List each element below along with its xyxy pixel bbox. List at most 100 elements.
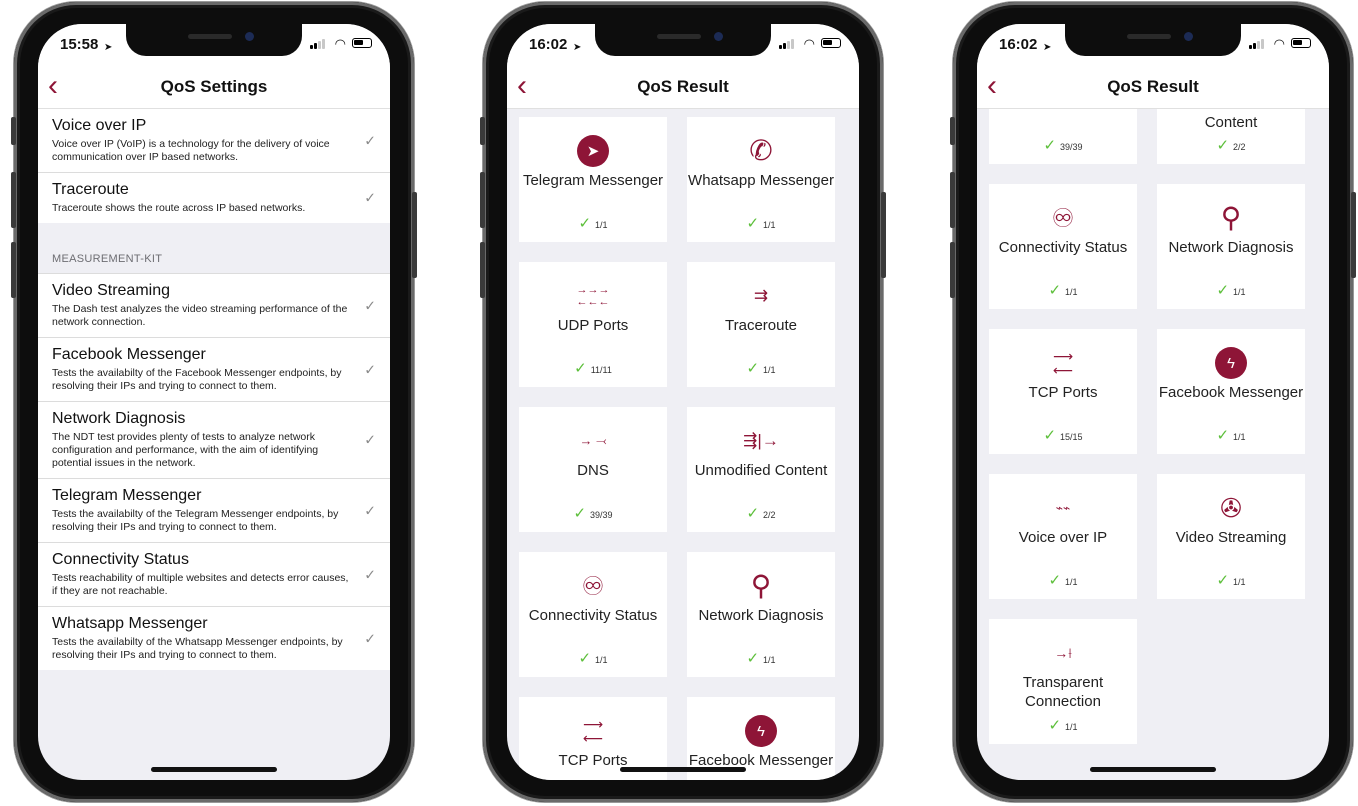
check-icon: ✓ (578, 215, 592, 232)
traceroute-icon: ⇉ (753, 286, 769, 305)
volume-up-button (11, 172, 16, 228)
home-indicator[interactable] (620, 767, 746, 772)
connectivity-icon: ♾ (1051, 203, 1075, 233)
volume-down-button (480, 242, 485, 298)
setting-row-traceroute[interactable]: Traceroute Traceroute shows the route ac… (38, 173, 390, 223)
transparent-connection-icon: →⟊ (1054, 645, 1072, 661)
location-arrow-icon: ➤ (1043, 42, 1052, 53)
result-tile-network-diagnosis[interactable]: ⚲ Network Diagnosis ✓ 1/1 (1157, 184, 1305, 309)
tile-name: Network Diagnosis (1168, 239, 1294, 256)
home-indicator[interactable] (151, 767, 277, 772)
signal-icon (310, 39, 326, 49)
tile-name: Whatsapp Messenger (688, 172, 834, 189)
tile-result: ✓ 39/39 (1043, 137, 1083, 154)
result-tile-facebook-messenger[interactable]: ϟ Facebook Messenger ✓ 1/1 (1157, 329, 1305, 454)
status-time: 16:02 (999, 36, 1038, 53)
location-arrow-icon: ➤ (104, 42, 113, 53)
row-description: Tests reachability of multiple websites … (52, 572, 349, 597)
result-tile-telegram[interactable]: ➤ Telegram Messenger ✓ 1/1 (519, 117, 667, 242)
tile-result: ✓ 1/1 (1048, 282, 1078, 299)
row-title: Facebook Messenger (52, 346, 206, 363)
result-grid-scroll[interactable]: ✓ 39/39 Content ✓ 2/2 ♾ Connectivity Statu… (977, 39, 1329, 780)
tile-result: ✓ 1/1 (1216, 427, 1246, 444)
tile-result: ✓ 1/1 (746, 360, 776, 377)
dns-icon: → ⤙ (579, 433, 607, 448)
row-title: Connectivity Status (52, 551, 189, 568)
result-tile-video-streaming[interactable]: ✇ Video Streaming ✓ 1/1 (1157, 474, 1305, 599)
tile-result: ✓ 2/2 (746, 505, 776, 522)
result-tile-dns[interactable]: → ⤙ DNS ✓ 39/39 (519, 407, 667, 532)
check-icon: ✓ (1043, 137, 1057, 154)
setting-row-video-streaming[interactable]: Video Streaming The Dash test analyzes t… (38, 274, 390, 338)
checkmark-icon: ✓ (364, 566, 376, 582)
setting-row-telegram-messenger[interactable]: Telegram Messenger Tests the availabilty… (38, 479, 390, 543)
tile-name: Connectivity Status (528, 607, 658, 624)
tile-name: Telegram Messenger (522, 172, 664, 189)
row-description: Tests the availabilty of the Whatsapp Me… (52, 636, 343, 661)
status-time: 15:58 (60, 36, 99, 53)
tile-result: ✓ 1/1 (1048, 572, 1078, 589)
result-tile-udp-ports[interactable]: →→→ ←←← UDP Ports ✓ 11/11 (519, 262, 667, 387)
result-tile-voice-over-ip[interactable]: ⌁⌁ Voice over IP ✓ 1/1 (989, 474, 1137, 599)
wifi-icon: ◠ (803, 36, 815, 51)
tile-result: ✓ 1/1 (746, 650, 776, 667)
screen: 16:02 ➤ ◠ ‹ QoS Result ➤ Telegram Messen… (507, 24, 859, 780)
tile-result: ✓ 1/1 (1216, 572, 1246, 589)
notch (126, 24, 302, 56)
setting-row-network-diagnosis[interactable]: Network Diagnosis The NDT test provides … (38, 402, 390, 479)
checkmark-icon: ✓ (364, 132, 376, 148)
result-tile-whatsapp[interactable]: ✆ Whatsapp Messenger ✓ 1/1 (687, 117, 835, 242)
tile-name: TCP Ports (1028, 384, 1098, 401)
row-description: The Dash test analyzes the video streami… (52, 303, 348, 328)
phone-result-scrolled: 16:02 ➤ ◠ ‹ QoS Result ✓ 39/39 Content ✓ 2… (950, 2, 1356, 802)
phone-settings: 15:58 ➤ ◠ ‹ QoS Settings Voice over IP V… (11, 2, 417, 802)
checkmark-icon: ✓ (364, 630, 376, 646)
voip-icon: ⌁⌁ (1055, 501, 1071, 515)
tile-result: ✓ 39/39 (573, 505, 613, 522)
tile-result: ✓ 15/15 (1043, 427, 1083, 444)
check-icon: ✓ (573, 505, 587, 522)
result-tile-transparent-connection[interactable]: →⟊ Transparent Connection ✓ 1/1 (989, 619, 1137, 744)
location-arrow-icon: ➤ (573, 42, 582, 53)
section-header: MEASUREMENT-KIT (38, 223, 390, 274)
tile-name: Network Diagnosis (698, 607, 824, 624)
volume-down-button (950, 242, 955, 298)
tile-result: ✓ 1/1 (578, 650, 608, 667)
page-title: QoS Settings (160, 77, 268, 96)
row-title: Telegram Messenger (52, 487, 202, 504)
phone-result: 16:02 ➤ ◠ ‹ QoS Result ➤ Telegram Messen… (480, 2, 886, 802)
result-tile-connectivity-status[interactable]: ♾ Connectivity Status ✓ 1/1 (519, 552, 667, 677)
tile-name: Video Streaming (1175, 529, 1287, 546)
result-grid-scroll[interactable]: ➤ Telegram Messenger ✓ 1/1 ✆ Whatsapp Mes… (507, 109, 859, 780)
screen: 15:58 ➤ ◠ ‹ QoS Settings Voice over IP V… (38, 24, 390, 780)
check-icon: ✓ (1043, 427, 1057, 444)
navigation-bar: ‹ QoS Result (507, 64, 859, 109)
result-tile-unmodified-content[interactable]: ⇶|→ Unmodified Content ✓ 2/2 (687, 407, 835, 532)
result-tile-network-diagnosis[interactable]: ⚲ Network Diagnosis ✓ 1/1 (687, 552, 835, 677)
magnifier-icon: ⚲ (1220, 202, 1242, 233)
checkmark-icon: ✓ (364, 297, 376, 313)
setting-row-voip[interactable]: Voice over IP Voice over IP (VoIP) is a … (38, 109, 390, 173)
magnifier-icon: ⚲ (750, 570, 772, 601)
result-tile-tcp-ports[interactable]: ⟶ ⟵ TCP Ports ✓ 15/15 (989, 329, 1137, 454)
setting-row-connectivity-status[interactable]: Connectivity Status Tests reachability o… (38, 543, 390, 607)
setting-row-facebook-messenger[interactable]: Facebook Messenger Tests the availabilty… (38, 338, 390, 402)
tile-name: Content (1204, 114, 1258, 131)
result-tile-connectivity-status[interactable]: ♾ Connectivity Status ✓ 1/1 (989, 184, 1137, 309)
setting-row-whatsapp-messenger[interactable]: Whatsapp Messenger Tests the availabilty… (38, 607, 390, 670)
messenger-icon: ϟ (1215, 347, 1247, 379)
side-button (412, 192, 417, 278)
settings-list[interactable]: Voice over IP Voice over IP (VoIP) is a … (38, 109, 390, 780)
row-description: Voice over IP (VoIP) is a technology for… (52, 138, 330, 163)
home-indicator[interactable] (1090, 767, 1216, 772)
row-description: Traceroute shows the route across IP bas… (52, 202, 306, 214)
telegram-icon: ➤ (577, 135, 609, 167)
film-reel-icon: ✇ (1220, 493, 1242, 523)
result-tile-traceroute[interactable]: ⇉ Traceroute ✓ 1/1 (687, 262, 835, 387)
row-title: Network Diagnosis (52, 410, 186, 427)
check-icon: ✓ (1048, 282, 1062, 299)
row-description: Tests the availabilty of the Telegram Me… (52, 508, 339, 533)
check-icon: ✓ (1216, 137, 1230, 154)
tile-name: DNS (577, 462, 609, 479)
row-title: Video Streaming (52, 282, 170, 299)
